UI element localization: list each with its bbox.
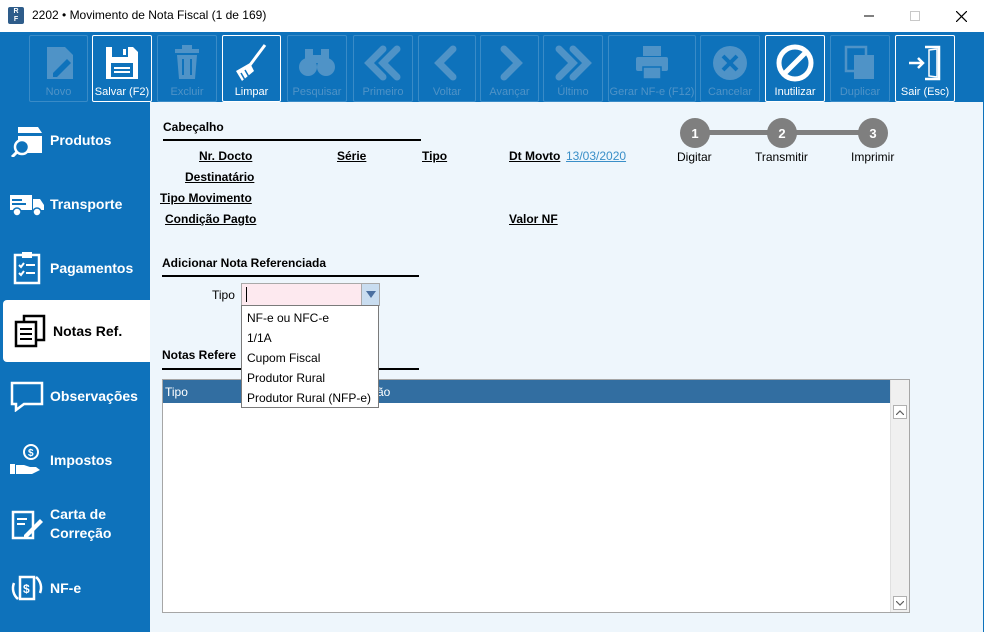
chevron-left-icon: [434, 45, 457, 81]
limpar-button[interactable]: Limpar: [222, 35, 281, 102]
trash-icon: [175, 45, 199, 79]
exit-door-icon: [909, 45, 941, 81]
svg-text:$: $: [28, 448, 34, 459]
window-title: 2202 • Movimento de Nota Fiscal (1 de 16…: [32, 8, 267, 22]
sidebar-item-carta-label: Carta de Correção: [50, 506, 112, 541]
inutilizar-button[interactable]: Inutilizar: [765, 35, 825, 102]
sidebar-item-transporte[interactable]: Transporte: [0, 173, 150, 235]
duplicar-button[interactable]: Duplicar: [830, 35, 890, 102]
clipboard-checklist-icon: [13, 252, 41, 285]
double-chevron-right-icon: [555, 45, 592, 81]
edit-document-icon: [46, 47, 73, 79]
column-header-descricao[interactable]: ão: [377, 385, 390, 399]
dt-movto-label: Dt Movto: [509, 149, 561, 163]
dt-movto-value[interactable]: 13/03/2020: [566, 149, 626, 163]
excluir-button[interactable]: Excluir: [157, 35, 217, 102]
ultimo-button[interactable]: Último: [543, 35, 603, 102]
title-bar: RF 2202 • Movimento de Nota Fiscal (1 de…: [0, 0, 984, 32]
dropdown-option[interactable]: 1/1A: [247, 331, 272, 345]
close-button[interactable]: [938, 0, 984, 32]
step-1-label: Digitar: [677, 150, 712, 164]
step-3-circle: 3: [858, 118, 888, 148]
close-icon: [955, 10, 967, 22]
prohibited-icon: [776, 44, 814, 82]
sidebar-item-pagamentos[interactable]: Pagamentos: [0, 237, 150, 299]
valor-nf-label: Valor NF: [509, 212, 558, 226]
scroll-up-button[interactable]: [893, 405, 907, 419]
combo-dropdown-button[interactable]: [361, 284, 379, 305]
cancel-circle-icon: [713, 46, 747, 80]
maximize-icon: [910, 11, 920, 21]
step-1-circle: 1: [680, 118, 710, 148]
adicionar-nota-title: Adicionar Nota Referenciada: [162, 256, 327, 270]
app-icon: RF: [8, 7, 24, 24]
tipo-label: Tipo: [212, 288, 235, 302]
binoculars-icon: [299, 49, 335, 76]
toolbar: Novo Salvar (F2) Excluir Limpar Pesquisa…: [0, 32, 984, 102]
text-caret: [246, 287, 247, 302]
app-window: RF 2202 • Movimento de Nota Fiscal (1 de…: [0, 0, 984, 632]
chevron-up-icon: [896, 409, 904, 415]
avancar-button[interactable]: Avançar: [480, 35, 539, 102]
svg-text:$: $: [23, 582, 30, 596]
sidebar-item-carta-correcao[interactable]: Carta de Correção: [0, 493, 150, 555]
salvar-button[interactable]: Salvar (F2): [92, 35, 152, 102]
copy-icon: [844, 45, 874, 79]
hand-coin-icon: $: [10, 444, 40, 474]
step-2-label: Transmitir: [755, 150, 808, 164]
sidebar: Produtos Transporte Pagamentos Notas Ref…: [0, 102, 150, 632]
chevron-right-icon: [500, 45, 523, 81]
box-search-icon: [10, 127, 42, 157]
dropdown-option[interactable]: NF-e ou NFC-e: [247, 311, 329, 325]
notas-referenciadas-title: Notas Refere: [162, 348, 237, 362]
cabecalho-divider: [163, 139, 421, 141]
primeiro-button[interactable]: Primeiro: [353, 35, 413, 102]
printer-icon: [636, 46, 668, 80]
adicionar-nota-divider: [162, 275, 419, 277]
dropdown-option[interactable]: Produtor Rural: [247, 371, 325, 385]
column-header-tipo[interactable]: Tipo: [165, 385, 188, 399]
step-3-label: Imprimir: [851, 150, 895, 164]
novo-button[interactable]: Novo: [29, 35, 88, 102]
tipo-movimento-label: Tipo Movimento: [160, 191, 252, 205]
document-pen-icon: [11, 510, 43, 540]
maximize-button[interactable]: [892, 0, 938, 32]
broom-icon: [235, 44, 266, 81]
condicao-pagto-label: Condição Pagto: [165, 212, 257, 226]
minimize-icon: [864, 15, 874, 17]
double-chevron-left-icon: [364, 45, 401, 81]
cancelar-button[interactable]: Cancelar: [700, 35, 760, 102]
sidebar-item-observacoes[interactable]: Observações: [0, 365, 150, 427]
sidebar-item-produtos[interactable]: Produtos: [0, 109, 150, 171]
step-2-circle: 2: [767, 118, 797, 148]
cabecalho-title: Cabeçalho: [163, 120, 224, 134]
chevron-down-icon: [365, 291, 376, 298]
gerar-nfe-button[interactable]: Gerar NF-e (F12): [608, 35, 696, 102]
sidebar-item-impostos[interactable]: $ Impostos: [0, 429, 150, 491]
tipo-dropdown-list[interactable]: NF-e ou NFC-e 1/1A Cupom Fiscal Produtor…: [241, 305, 379, 408]
nfe-exchange-icon: $: [11, 575, 43, 601]
sidebar-item-notas-ref[interactable]: Notas Ref.: [3, 300, 150, 362]
tipo-combobox[interactable]: [241, 283, 380, 306]
notas-grid[interactable]: Tipo ão: [162, 379, 910, 613]
tipo-header-label: Tipo: [422, 149, 448, 163]
floppy-disk-icon: [106, 47, 138, 79]
pesquisar-button[interactable]: Pesquisar: [287, 35, 347, 102]
serie-label: Série: [337, 149, 367, 163]
dropdown-option[interactable]: Cupom Fiscal: [247, 351, 320, 365]
scroll-down-button[interactable]: [893, 596, 907, 610]
dropdown-option[interactable]: Produtor Rural (NFP-e): [247, 391, 371, 405]
voltar-button[interactable]: Voltar: [418, 35, 476, 102]
speech-bubble-icon: [10, 381, 44, 412]
documents-icon: [14, 314, 46, 348]
sair-button[interactable]: Sair (Esc): [895, 35, 955, 102]
destinatario-label: Destinatário: [185, 170, 255, 184]
nr-docto-label: Nr. Docto: [199, 149, 253, 163]
chevron-down-icon: [896, 600, 904, 606]
grid-vertical-scrollbar[interactable]: [890, 380, 909, 612]
minimize-button[interactable]: [846, 0, 892, 32]
truck-icon: [10, 195, 44, 217]
sidebar-item-nfe[interactable]: $ NF-e: [0, 557, 150, 619]
